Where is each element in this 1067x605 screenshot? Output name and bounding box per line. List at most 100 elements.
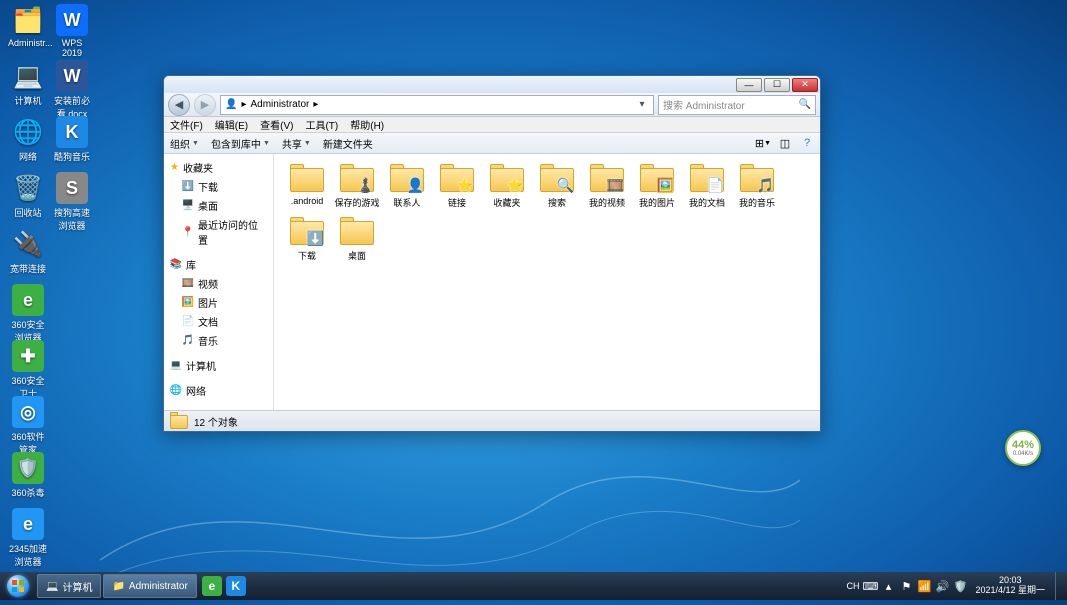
help-icon[interactable]: ? [800,136,814,150]
nav-back-button[interactable]: ◀ [168,94,190,116]
tray-language[interactable]: CH [846,581,859,591]
tray-ime-icon[interactable]: ⌨ [863,579,877,593]
app-icon: 🌐 [12,116,44,148]
sidebar-item-icon: 🎵 [182,335,194,347]
tray-shield-icon[interactable]: 🛡️ [953,579,967,593]
toolbar-organize[interactable]: 组织▼ [170,136,199,151]
view-options-icon[interactable]: ⊞▼ [756,136,770,150]
search-input[interactable]: 搜索 Administrator 🔍 [658,95,816,115]
toolbar-share[interactable]: 共享▼ [282,136,311,151]
explorer-body: ★收藏夹 ⬇️下载🖥️桌面📍最近访问的位置 📚库 🎞️视频🖼️图片📄文档🎵音乐 … [164,154,820,410]
desktop-icon[interactable]: 🔌宽带连接 [8,228,48,275]
folder-item[interactable]: 👤联系人 [382,162,432,209]
sidebar-network[interactable]: 🌐网络 [164,381,273,400]
toolbar: 组织▼ 包含到库中▼ 共享▼ 新建文件夹 ⊞▼ ◫ ? [164,133,820,154]
desktop-icon[interactable]: e2345加速浏览器 [8,508,48,568]
preview-pane-icon[interactable]: ◫ [778,136,792,150]
taskbar-pinned-icon[interactable]: e [202,576,222,596]
sidebar-item[interactable]: 🖥️桌面 [164,196,273,215]
menu-view[interactable]: 查看(V) [260,117,293,132]
app-icon: 💻 [12,60,44,92]
maximize-button[interactable]: ☐ [764,78,790,92]
tray-network-icon[interactable]: 📶 [917,579,931,593]
desktop-icon[interactable]: 🛡️360杀毒 [8,452,48,499]
folder-label: 我的文档 [682,196,732,209]
desktop-icon[interactable]: 💻计算机 [8,60,48,107]
app-icon: 🔌 [12,228,44,260]
folder-item[interactable]: 🔍搜索 [532,162,582,209]
sidebar-item[interactable]: 🖼️图片 [164,293,273,312]
gadget-speed: 0.04K/s [1013,451,1033,457]
tray-volume-icon[interactable]: 🔊 [935,579,949,593]
menu-tools[interactable]: 工具(T) [305,117,338,132]
folder-item[interactable]: ⭐ 收藏夹 [482,162,532,209]
taskbar-button[interactable]: 📁Administrator [103,574,196,598]
folder-icon [170,412,188,430]
user-icon: 👤 [225,99,237,110]
taskbar-button[interactable]: 💻计算机 [37,574,101,598]
start-button[interactable] [0,572,36,600]
desktop-icon[interactable]: S搜狗高速浏览器 [52,172,92,232]
folder-label: 我的视频 [582,196,632,209]
folder-label: 桌面 [332,249,382,262]
folder-item[interactable]: 桌面 [332,215,382,262]
titlebar[interactable]: — ☐ ✕ [164,76,820,93]
menu-file[interactable]: 文件(F) [170,117,203,132]
folder-item[interactable]: .android [282,162,332,209]
toolbar-include-library[interactable]: 包含到库中▼ [211,136,270,151]
sidebar-computer[interactable]: 💻计算机 [164,356,273,375]
menu-edit[interactable]: 编辑(E) [215,117,248,132]
folder-icon: ⭐ [488,162,526,194]
folder-icon: 👤 [388,162,426,194]
app-icon: e [12,508,44,540]
tray-flag-icon[interactable]: ⚑ [899,579,913,593]
folder-item[interactable]: 🖼️我的图片 [632,162,682,209]
minimize-button[interactable]: — [736,78,762,92]
desktop-icon-label: 搜狗高速浏览器 [52,206,92,232]
folder-item[interactable]: ♟️保存的游戏 [332,162,382,209]
desktop-icon[interactable]: 🗂️Administr... [8,4,48,48]
desktop-icon[interactable]: 🌐网络 [8,116,48,163]
sidebar-favorites[interactable]: ★收藏夹 [164,158,273,177]
breadcrumb-dropdown[interactable]: ▾ [635,99,649,110]
sidebar-item-icon: ⬇️ [182,181,194,193]
close-button[interactable]: ✕ [792,78,818,92]
folder-item[interactable]: ⬇️下载 [282,215,332,262]
sidebar-libraries[interactable]: 📚库 [164,255,273,274]
status-text: 12 个对象 [194,414,238,429]
desktop-icon[interactable]: K酷狗音乐 [52,116,92,163]
toolbar-new-folder[interactable]: 新建文件夹 [323,136,373,151]
taskbar-button-label: Administrator [129,581,188,592]
performance-gadget[interactable]: 44% 0.04K/s [1005,430,1041,466]
sidebar-item[interactable]: ⬇️下载 [164,177,273,196]
folder-item[interactable]: 📄我的文档 [682,162,732,209]
sidebar: ★收藏夹 ⬇️下载🖥️桌面📍最近访问的位置 📚库 🎞️视频🖼️图片📄文档🎵音乐 … [164,154,274,410]
sidebar-item[interactable]: 🎵音乐 [164,331,273,350]
sidebar-item-label: 最近访问的位置 [198,217,267,247]
desktop-icon[interactable]: WWPS 2019 [52,4,92,58]
desktop-icon[interactable]: ✚360安全卫士 [8,340,48,400]
folder-label: 收藏夹 [482,196,532,209]
folder-item[interactable]: 🎵我的音乐 [732,162,782,209]
sidebar-item[interactable]: 📍最近访问的位置 [164,215,273,249]
folder-item[interactable]: ⭐链接 [432,162,482,209]
tray-up-icon[interactable]: ▴ [881,579,895,593]
sidebar-item[interactable]: 🎞️视频 [164,274,273,293]
menu-help[interactable]: 帮助(H) [350,117,384,132]
breadcrumb[interactable]: 👤 ▸ Administrator ▸ ▾ [220,95,654,115]
show-desktop-button[interactable] [1055,572,1063,600]
taskbar-clock[interactable]: 20:03 2021/4/12 星期一 [971,576,1049,596]
folder-item[interactable]: 🎞️我的视频 [582,162,632,209]
nav-forward-button[interactable]: ▶ [194,94,216,116]
breadcrumb-current[interactable]: Administrator [250,99,309,110]
desktop-icon[interactable]: 🗑️回收站 [8,172,48,219]
desktop-icon[interactable]: ◎360软件管家 [8,396,48,456]
folder-grid[interactable]: .android♟️保存的游戏👤联系人⭐链接⭐ 收藏夹🔍搜索🎞️我的视频🖼️我的图… [274,154,820,410]
desktop-icon[interactable]: W安装前必看.docx [52,60,92,120]
folder-label: 搜索 [532,196,582,209]
taskbar-pinned-icon[interactable]: K [226,576,246,596]
sidebar-item-label: 文档 [198,314,218,329]
search-icon[interactable]: 🔍 [799,99,811,110]
sidebar-item[interactable]: 📄文档 [164,312,273,331]
desktop-icon[interactable]: e360安全浏览器 [8,284,48,344]
